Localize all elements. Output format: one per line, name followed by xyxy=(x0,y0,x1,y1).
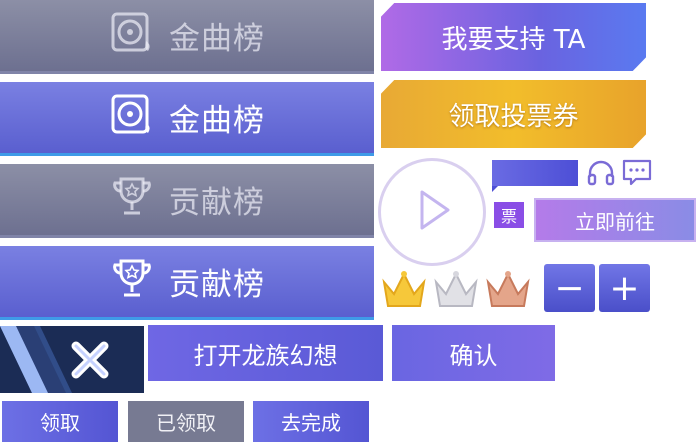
tab-label: 贡献榜 xyxy=(169,185,265,221)
vinyl-disc-icon xyxy=(109,9,155,63)
minus-icon: − xyxy=(554,267,585,309)
tab-label: 金曲榜 xyxy=(169,21,265,57)
go-now-label: 立即前往 xyxy=(575,209,655,234)
claim-label: 领取 xyxy=(40,411,80,435)
speech-bubble-bar xyxy=(492,160,578,192)
tab-label: 贡献榜 xyxy=(169,267,265,303)
claimed-label: 已领取 xyxy=(156,411,216,435)
open-dragon-game-label: 打开龙族幻想 xyxy=(193,341,338,370)
ticket-badge: 票 xyxy=(494,202,524,228)
open-dragon-game-button[interactable]: 打开龙族幻想 xyxy=(148,325,383,381)
trophy-icon xyxy=(109,255,155,309)
play-icon xyxy=(402,180,462,244)
trophy-icon xyxy=(109,173,155,227)
close-x-button[interactable] xyxy=(0,326,144,393)
minus-button[interactable]: − xyxy=(544,264,595,312)
play-button[interactable] xyxy=(378,158,486,266)
tab-contribution-active[interactable]: 贡献榜 xyxy=(0,246,374,320)
support-ta-button[interactable]: 我要支持 TA xyxy=(381,3,646,71)
support-ta-label: 我要支持 TA xyxy=(441,24,586,55)
headphones-icon[interactable] xyxy=(584,158,618,188)
confirm-label: 确认 xyxy=(449,341,498,370)
tab-golden-songs-inactive[interactable]: 金曲榜 xyxy=(0,0,374,74)
go-complete-button[interactable]: 去完成 xyxy=(253,401,369,442)
go-complete-label: 去完成 xyxy=(281,411,341,435)
gold-crown-icon xyxy=(380,268,428,312)
claim-vote-ticket-button[interactable]: 领取投票券 xyxy=(381,80,646,148)
ticket-badge-label: 票 xyxy=(500,207,517,226)
tab-label: 金曲榜 xyxy=(169,103,265,139)
tab-golden-songs-active[interactable]: 金曲榜 xyxy=(0,82,374,156)
claim-button[interactable]: 领取 xyxy=(2,401,118,442)
bronze-crown-icon xyxy=(484,268,532,312)
go-now-button[interactable]: 立即前往 xyxy=(534,198,696,242)
chat-bubble-icon[interactable] xyxy=(620,158,654,188)
plus-icon: + xyxy=(609,267,640,309)
claimed-button[interactable]: 已领取 xyxy=(128,401,244,442)
plus-button[interactable]: + xyxy=(599,264,650,312)
tab-contribution-inactive[interactable]: 贡献榜 xyxy=(0,164,374,238)
vinyl-disc-icon xyxy=(109,91,155,145)
confirm-button[interactable]: 确认 xyxy=(392,325,555,381)
silver-crown-icon xyxy=(432,268,480,312)
claim-vote-ticket-label: 领取投票券 xyxy=(448,101,579,132)
